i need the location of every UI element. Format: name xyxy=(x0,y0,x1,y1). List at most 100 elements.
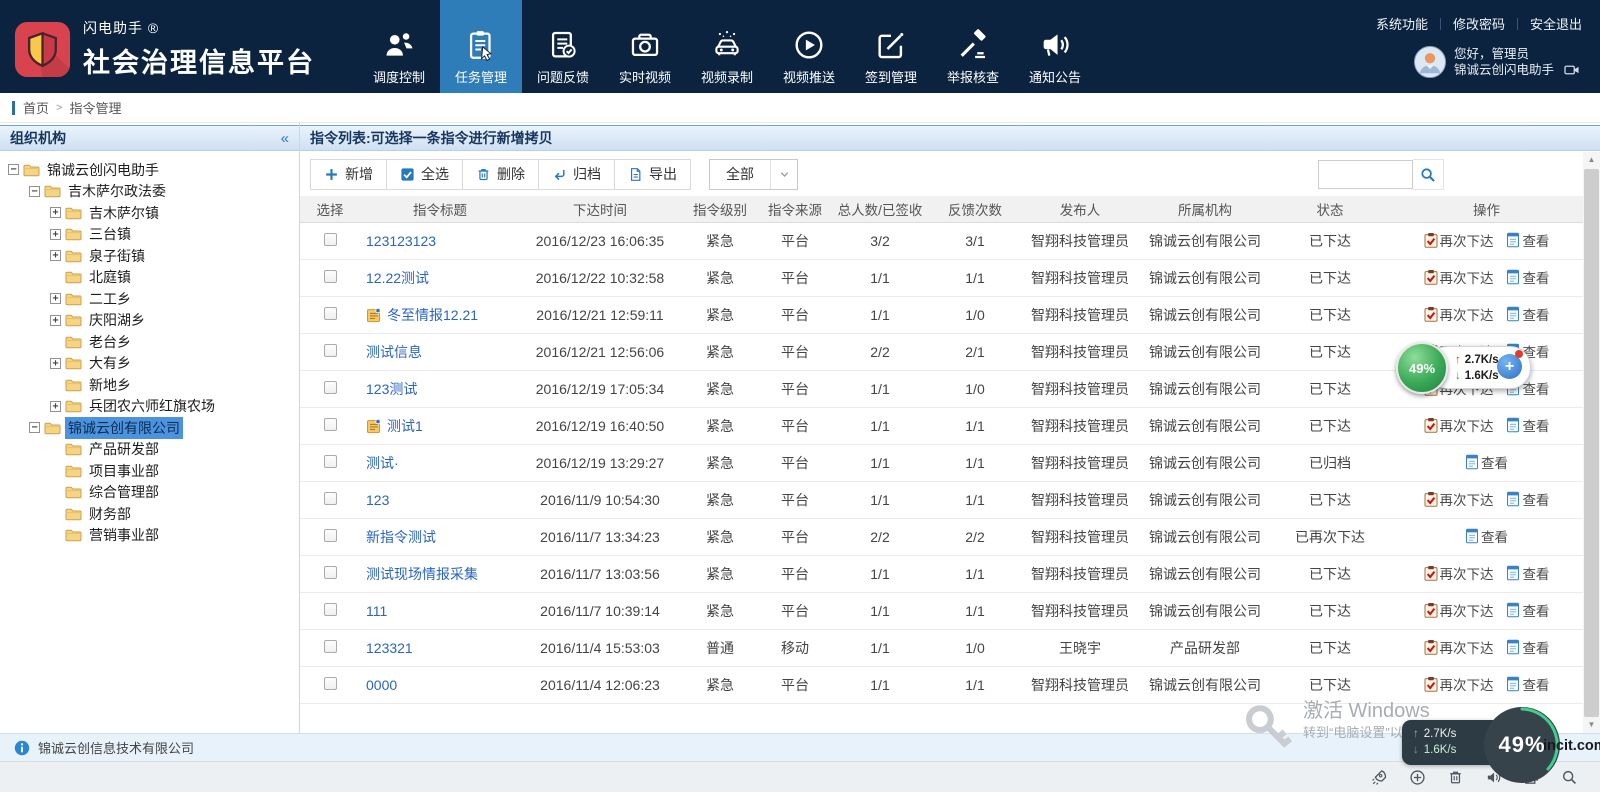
rocket-icon[interactable] xyxy=(1371,769,1388,786)
redeliver-button[interactable]: 再次下达 xyxy=(1424,230,1494,250)
tree-node-label[interactable]: 老台乡 xyxy=(86,331,134,353)
tree-node[interactable]: + 庆阳湖乡 xyxy=(0,310,299,332)
nav-item-doccheck[interactable]: 问题反馈 xyxy=(522,0,604,93)
tree-node[interactable]: − 锦诚云创有限公司 xyxy=(0,417,299,439)
tree-node-label[interactable]: 锦诚云创有限公司 xyxy=(65,417,183,439)
plus-button[interactable]: 新增 xyxy=(310,159,387,190)
trash-icon[interactable] xyxy=(1447,769,1464,786)
header-link[interactable]: 系统功能 xyxy=(1376,14,1428,33)
instruction-title-link[interactable]: 测试1 xyxy=(387,418,423,434)
nav-item-gavel[interactable]: 举报核查 xyxy=(932,0,1014,93)
redeliver-button[interactable]: 再次下达 xyxy=(1424,563,1494,583)
tree-node[interactable]: + 泉子街镇 xyxy=(0,245,299,267)
tree-node[interactable]: 财务部 xyxy=(0,503,299,525)
filter-select[interactable]: 全部 xyxy=(709,159,798,190)
nav-item-camera[interactable]: 实时视频 xyxy=(604,0,686,93)
redeliver-button[interactable]: 再次下达 xyxy=(1424,304,1494,324)
tree-node-label[interactable]: 三台镇 xyxy=(86,223,134,245)
view-button[interactable]: 查看 xyxy=(1506,415,1549,435)
tree-expander[interactable]: − xyxy=(29,422,40,433)
search-button[interactable] xyxy=(1413,159,1444,190)
instruction-title-link[interactable]: 123123123 xyxy=(366,233,436,249)
instruction-title-link[interactable]: 测试现场情报采集 xyxy=(366,566,478,582)
tree-node[interactable]: 营销事业部 xyxy=(0,525,299,547)
avatar[interactable] xyxy=(1414,46,1446,78)
row-checkbox[interactable] xyxy=(324,233,337,246)
scrollbar[interactable]: ▲ ▼ xyxy=(1583,152,1600,733)
search-input[interactable] xyxy=(1318,160,1413,189)
tree-node-label[interactable]: 大有乡 xyxy=(86,352,134,374)
net-speed-widget[interactable]: ↑ 2.7K/s ↓ 1.6K/s 49% + xyxy=(1396,342,1541,394)
row-checkbox[interactable] xyxy=(324,603,337,616)
view-button[interactable]: 查看 xyxy=(1465,452,1508,472)
tree-expander[interactable]: + xyxy=(50,229,61,240)
row-checkbox[interactable] xyxy=(324,492,337,505)
tree-expander[interactable]: + xyxy=(50,293,61,304)
tree-node-label[interactable]: 二工乡 xyxy=(86,288,134,310)
row-checkbox[interactable] xyxy=(324,344,337,357)
tree-node[interactable]: 项目事业部 xyxy=(0,460,299,482)
tree-expander[interactable]: + xyxy=(50,401,61,412)
instruction-title-link[interactable]: 0000 xyxy=(366,677,397,693)
row-checkbox[interactable] xyxy=(324,270,337,283)
redeliver-button[interactable]: 再次下达 xyxy=(1424,600,1494,620)
view-button[interactable]: 查看 xyxy=(1506,304,1549,324)
tree-expander[interactable]: + xyxy=(50,250,61,261)
tree-node-label[interactable]: 北庭镇 xyxy=(86,266,134,288)
row-checkbox[interactable] xyxy=(324,529,337,542)
view-button[interactable]: 查看 xyxy=(1506,600,1549,620)
tree-node-label[interactable]: 庆阳湖乡 xyxy=(86,309,148,331)
instruction-title-link[interactable]: 111 xyxy=(366,603,387,619)
memory-percent-ball[interactable]: 49% xyxy=(1396,342,1448,394)
camera-small-icon[interactable] xyxy=(1562,63,1582,77)
tree-node[interactable]: + 大有乡 xyxy=(0,353,299,375)
nav-item-editsq[interactable]: 签到管理 xyxy=(850,0,932,93)
tree-node[interactable]: + 二工乡 xyxy=(0,288,299,310)
row-checkbox[interactable] xyxy=(324,640,337,653)
export-button[interactable]: 导出 xyxy=(614,159,691,190)
row-checkbox[interactable] xyxy=(324,677,337,690)
scroll-down-icon[interactable]: ▼ xyxy=(1583,717,1600,733)
redeliver-button[interactable]: 再次下达 xyxy=(1424,489,1494,509)
tree-node-label[interactable]: 营销事业部 xyxy=(86,524,162,546)
tree-expander[interactable]: + xyxy=(50,207,61,218)
header-link[interactable]: 安全退出 xyxy=(1530,14,1582,33)
tree-node[interactable]: + 三台镇 xyxy=(0,224,299,246)
view-button[interactable]: 查看 xyxy=(1506,637,1549,657)
row-checkbox[interactable] xyxy=(324,307,337,320)
scrollbar-thumb[interactable] xyxy=(1584,169,1599,717)
redeliver-button[interactable]: 再次下达 xyxy=(1424,415,1494,435)
tree-node[interactable]: 新地乡 xyxy=(0,374,299,396)
tree-node-label[interactable]: 财务部 xyxy=(86,503,134,525)
tree-node[interactable]: 综合管理部 xyxy=(0,482,299,504)
tree-expander[interactable]: − xyxy=(8,164,19,175)
tree-node[interactable]: 北庭镇 xyxy=(0,267,299,289)
instruction-title-link[interactable]: 测试· xyxy=(366,455,399,471)
tree-node[interactable]: − 吉木萨尔政法委 xyxy=(0,181,299,203)
tree-node-label[interactable]: 吉木萨尔政法委 xyxy=(65,180,169,202)
checksq-button[interactable]: 全选 xyxy=(386,159,463,190)
instruction-title-link[interactable]: 新指令测试 xyxy=(366,529,436,545)
compass-plus-icon[interactable] xyxy=(1409,769,1426,786)
redeliver-button[interactable]: 再次下达 xyxy=(1424,637,1494,657)
instruction-title-link[interactable]: 测试信息 xyxy=(366,344,422,360)
tree-node-label[interactable]: 产品研发部 xyxy=(86,438,162,460)
row-checkbox[interactable] xyxy=(324,566,337,579)
view-button[interactable]: 查看 xyxy=(1465,526,1508,546)
tree-expander[interactable]: + xyxy=(50,358,61,369)
tree-node[interactable]: + 吉木萨尔镇 xyxy=(0,202,299,224)
nav-item-tasks[interactable]: 任务管理 xyxy=(440,0,522,93)
tree-node-label[interactable]: 兵团农六师红旗农场 xyxy=(86,395,218,417)
tree-expander[interactable]: + xyxy=(50,315,61,326)
view-button[interactable]: 查看 xyxy=(1506,230,1549,250)
header-link[interactable]: 修改密码 xyxy=(1453,14,1505,33)
nav-item-car[interactable]: 视频录制 xyxy=(686,0,768,93)
tree-node-label[interactable]: 泉子街镇 xyxy=(86,245,148,267)
tree-node-label[interactable]: 锦诚云创闪电助手 xyxy=(44,159,162,181)
tree-node[interactable]: + 兵团农六师红旗农场 xyxy=(0,396,299,418)
breadcrumb-home[interactable]: 首页 xyxy=(23,98,49,117)
tree-node-label[interactable]: 新地乡 xyxy=(86,374,134,396)
nav-item-megaphone[interactable]: 通知公告 xyxy=(1014,0,1096,93)
scroll-up-icon[interactable]: ▲ xyxy=(1583,152,1600,168)
archive-button[interactable]: 归档 xyxy=(538,159,615,190)
